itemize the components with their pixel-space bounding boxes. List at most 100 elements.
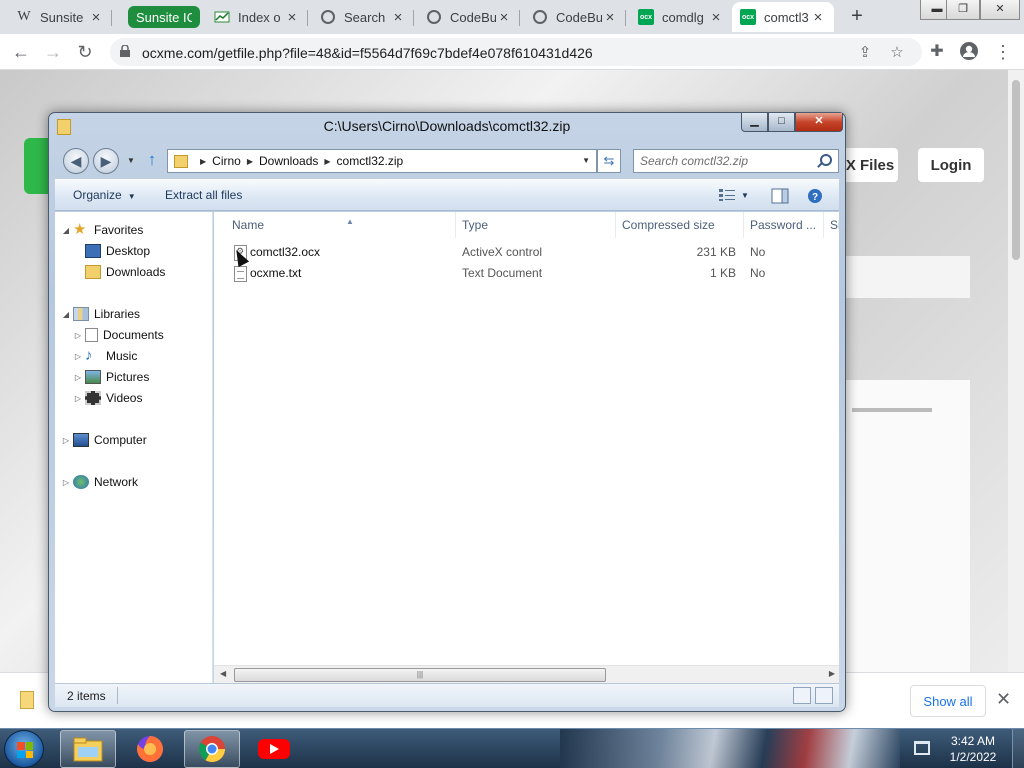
close-shelf-icon[interactable]: ✕ bbox=[996, 689, 1011, 710]
file-row[interactable]: ocxme.txt Text Document 1 KB No bbox=[214, 263, 834, 284]
extensions-puzzle-icon[interactable]: ✚ bbox=[926, 41, 948, 63]
tab-close-icon[interactable]: × bbox=[284, 9, 300, 26]
window-close-button[interactable]: ✕ bbox=[980, 0, 1020, 20]
forward-arrow-icon[interactable]: → bbox=[42, 41, 64, 63]
taskbar-youtube-button[interactable] bbox=[246, 730, 302, 768]
search-icon[interactable] bbox=[820, 154, 832, 166]
taskbar-explorer-button[interactable] bbox=[60, 730, 116, 768]
page-scrollbar[interactable] bbox=[1008, 70, 1024, 672]
system-clock[interactable]: 3:42 AM 1/2/2022 bbox=[940, 733, 1006, 765]
page-divider bbox=[852, 408, 932, 412]
expand-arrow-icon[interactable]: ▷ bbox=[61, 478, 71, 487]
tree-network[interactable]: ▷ Network bbox=[61, 472, 138, 492]
tab-comctl3-active[interactable]: ocx comctl3 × bbox=[732, 2, 834, 32]
column-header-password[interactable]: Password ... bbox=[744, 212, 824, 238]
minimize-button[interactable]: ▁ bbox=[741, 113, 768, 132]
close-button[interactable]: ✕ bbox=[795, 113, 843, 132]
change-view-icon[interactable] bbox=[719, 188, 735, 202]
expand-arrow-icon[interactable]: ▷ bbox=[73, 352, 83, 361]
breadcrumb-cirno[interactable]: Cirno bbox=[212, 154, 241, 168]
expand-arrow-icon[interactable]: ▷ bbox=[61, 436, 71, 445]
breadcrumb-zip[interactable]: comctl32.zip bbox=[337, 154, 404, 168]
back-arrow-icon[interactable]: ← bbox=[10, 41, 32, 63]
file-row[interactable]: comctl32.ocx ActiveX control 231 KB No bbox=[214, 242, 834, 263]
large-icons-view-icon[interactable] bbox=[815, 687, 833, 704]
chevron-right-icon[interactable]: ▶ bbox=[324, 157, 330, 166]
new-tab-button[interactable]: + bbox=[846, 6, 868, 28]
taskbar-chrome-button[interactable] bbox=[184, 730, 240, 768]
scroll-thumb[interactable]: ||| bbox=[234, 668, 606, 682]
column-header-compressed-size[interactable]: Compressed size bbox=[616, 212, 744, 238]
tab-close-icon[interactable]: × bbox=[496, 9, 512, 26]
scroll-left-icon[interactable]: ◀ bbox=[220, 669, 226, 678]
start-button[interactable] bbox=[4, 730, 44, 768]
show-desktop-button[interactable] bbox=[1012, 729, 1024, 768]
forward-button[interactable]: ▶ bbox=[93, 148, 119, 174]
taskbar-firefox-button[interactable] bbox=[122, 730, 178, 768]
window-restore-button[interactable]: ❐ bbox=[946, 0, 980, 20]
help-icon[interactable]: ? bbox=[807, 188, 823, 204]
tree-downloads[interactable]: Downloads bbox=[73, 262, 165, 282]
address-breadcrumb[interactable]: ▶ Cirno ▶ Downloads ▶ comctl32.zip ▼ bbox=[167, 149, 597, 173]
profile-avatar-icon[interactable] bbox=[958, 41, 980, 63]
tab-group-sunsite-icm[interactable]: Sunsite ICM bbox=[128, 6, 200, 28]
column-header-size[interactable]: Si bbox=[824, 212, 839, 238]
lock-icon bbox=[120, 45, 130, 57]
details-view-icon[interactable] bbox=[793, 687, 811, 704]
tab-close-icon[interactable]: × bbox=[390, 9, 406, 26]
more-menu-icon[interactable]: ⋮ bbox=[992, 41, 1014, 63]
tree-videos[interactable]: ▷ Videos bbox=[73, 388, 142, 408]
tab-close-icon[interactable]: × bbox=[602, 9, 618, 26]
tree-libraries[interactable]: ◢ Libraries bbox=[61, 304, 140, 324]
maximize-button[interactable]: □ bbox=[768, 113, 795, 132]
horizontal-scrollbar[interactable]: ◀ ||| ▶ bbox=[214, 665, 839, 683]
tab-index[interactable]: Index o × bbox=[206, 2, 308, 32]
address-dropdown-icon[interactable]: ▼ bbox=[582, 156, 590, 165]
search-input[interactable] bbox=[634, 150, 812, 172]
tree-pictures[interactable]: ▷ Pictures bbox=[73, 367, 149, 387]
expand-arrow-icon[interactable]: ▷ bbox=[73, 394, 83, 403]
tab-sunsite[interactable]: W Sunsite × bbox=[8, 2, 112, 32]
tree-computer[interactable]: ▷ Computer bbox=[61, 430, 147, 450]
tab-search[interactable]: Search × bbox=[312, 2, 414, 32]
collapse-arrow-icon[interactable]: ◢ bbox=[61, 226, 71, 235]
share-icon[interactable]: ⇪ bbox=[856, 43, 874, 61]
reload-icon[interactable]: ↻ bbox=[74, 41, 96, 63]
scroll-right-icon[interactable]: ▶ bbox=[829, 669, 835, 678]
chevron-right-icon[interactable]: ▶ bbox=[200, 157, 206, 166]
download-file-icon[interactable] bbox=[20, 691, 34, 709]
file-type: Text Document bbox=[462, 266, 543, 280]
tree-documents[interactable]: ▷ Documents bbox=[73, 325, 164, 345]
expand-arrow-icon[interactable]: ▷ bbox=[73, 331, 83, 340]
tree-desktop[interactable]: Desktop bbox=[73, 241, 150, 261]
tab-close-icon[interactable]: × bbox=[810, 9, 826, 26]
breadcrumb-downloads[interactable]: Downloads bbox=[259, 154, 318, 168]
tab-close-icon[interactable]: × bbox=[88, 9, 104, 26]
tree-music[interactable]: ▷ ♪ Music bbox=[73, 346, 137, 366]
refresh-button[interactable]: ⇆ bbox=[597, 149, 621, 173]
back-button[interactable]: ◀ bbox=[63, 148, 89, 174]
expand-arrow-icon[interactable]: ▷ bbox=[73, 373, 83, 382]
column-header-type[interactable]: Type bbox=[456, 212, 616, 238]
tab-codebu-2[interactable]: CodeBu × bbox=[524, 2, 626, 32]
files-button[interactable]: X Files bbox=[842, 148, 898, 182]
bookmark-star-icon[interactable]: ☆ bbox=[888, 43, 906, 61]
view-options-dropdown-icon[interactable]: ▼ bbox=[741, 191, 749, 200]
collapse-arrow-icon[interactable]: ◢ bbox=[61, 310, 71, 319]
tab-comdlg[interactable]: ocx comdlg × bbox=[630, 2, 732, 32]
preview-pane-icon[interactable] bbox=[771, 188, 789, 204]
search-box[interactable] bbox=[633, 149, 839, 173]
extract-all-button[interactable]: Extract all files bbox=[165, 188, 242, 202]
tab-close-icon[interactable]: × bbox=[708, 9, 724, 26]
column-header-name[interactable]: Name ▲ bbox=[226, 212, 456, 238]
tab-codebu-1[interactable]: CodeBu × bbox=[418, 2, 520, 32]
tree-favorites[interactable]: ◢ ★ Favorites bbox=[61, 220, 143, 240]
chevron-right-icon[interactable]: ▶ bbox=[247, 157, 253, 166]
recent-pages-dropdown-icon[interactable]: ▼ bbox=[127, 156, 135, 165]
up-arrow-icon[interactable]: ↑ bbox=[143, 150, 161, 170]
login-button[interactable]: Login bbox=[918, 148, 984, 182]
network-tray-icon[interactable] bbox=[914, 741, 930, 755]
address-bar[interactable]: ocxme.com/getfile.php?file=48&id=f5564d7… bbox=[110, 38, 922, 66]
show-all-button[interactable]: Show all bbox=[910, 685, 986, 717]
organize-menu[interactable]: Organize ▼ bbox=[73, 188, 136, 202]
